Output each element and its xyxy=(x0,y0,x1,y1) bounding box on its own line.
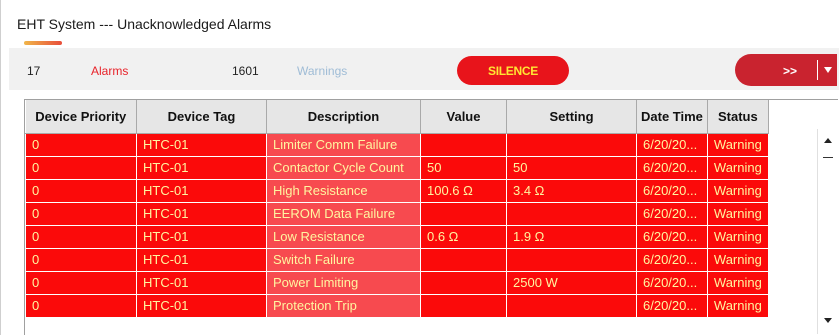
table-cell: HTC-01 xyxy=(136,270,267,295)
table-body: 0 HTC-01 Limiter Comm Failure 6/20/20... War… xyxy=(25,132,769,318)
table-cell: Warning xyxy=(706,132,769,157)
warning-label: Warnings xyxy=(297,64,348,78)
table-cell: HTC-01 xyxy=(136,224,267,249)
table-cell: 0 xyxy=(25,270,137,295)
table-cell: 0.6 Ω xyxy=(420,224,507,249)
table-cell: 0 xyxy=(25,178,137,203)
silence-button[interactable]: SILENCE xyxy=(457,56,569,85)
table-row[interactable]: 0 HTC-01 EEROM Data Failure 6/20/20... Warni… xyxy=(25,201,769,226)
table-header-row: Device Priority Device Tag Description Valu… xyxy=(25,100,769,134)
table-cell: Warning xyxy=(706,224,769,249)
table-cell xyxy=(420,247,507,272)
table-cell: HTC-01 xyxy=(136,155,267,180)
table-cell: 6/20/20... xyxy=(636,201,708,226)
column-header[interactable]: Value xyxy=(420,100,507,134)
table-cell xyxy=(420,132,507,157)
table-cell: 6/20/20... xyxy=(636,178,708,203)
table-cell xyxy=(420,293,507,318)
scroll-up-arrow-icon[interactable] xyxy=(818,132,838,150)
scroll-thumb[interactable] xyxy=(823,153,833,158)
column-header[interactable]: Description xyxy=(266,100,421,134)
table-cell: 0 xyxy=(25,132,137,157)
table-cell xyxy=(506,132,637,157)
table-cell: 0 xyxy=(25,247,137,272)
table-cell: 6/20/20... xyxy=(636,270,708,295)
next-button-label[interactable]: >> xyxy=(783,64,797,78)
table-cell: Limiter Comm Failure xyxy=(266,132,421,157)
table-cell: 50 xyxy=(506,155,637,180)
table-row[interactable]: 0 HTC-01 High Resistance 100.6 Ω 3.4 Ω 6/20/2… xyxy=(25,178,769,203)
table-cell: HTC-01 xyxy=(136,247,267,272)
table-cell: 2500 W xyxy=(506,270,637,295)
table-cell: Contactor Cycle Count xyxy=(266,155,421,180)
table-cell: 3.4 Ω xyxy=(506,178,637,203)
table-cell: HTC-01 xyxy=(136,178,267,203)
table-cell: Warning xyxy=(706,201,769,226)
table-cell: EEROM Data Failure xyxy=(266,201,421,226)
table-row[interactable]: 0 HTC-01 Limiter Comm Failure 6/20/20... War… xyxy=(25,132,769,157)
table-cell: 6/20/20... xyxy=(636,247,708,272)
table-cell: 6/20/20... xyxy=(636,293,708,318)
table-cell: 0 xyxy=(25,201,137,226)
table-cell: Protection Trip xyxy=(266,293,421,318)
column-header[interactable]: Setting xyxy=(506,100,637,134)
alarms-grid: Device Priority Device Tag Description Valu… xyxy=(24,99,838,335)
warning-count: 1601 xyxy=(232,64,259,78)
column-header[interactable]: Status xyxy=(707,100,769,134)
table-cell: 0 xyxy=(25,155,137,180)
table-cell: Warning xyxy=(706,155,769,180)
table-cell: HTC-01 xyxy=(136,132,267,157)
table-cell: 100.6 Ω xyxy=(420,178,507,203)
table-cell xyxy=(506,201,637,226)
table-row[interactable]: 0 HTC-01 Low Resistance 0.6 Ω 1.9 Ω 6/20/20..… xyxy=(25,224,769,249)
table-cell: Warning xyxy=(706,270,769,295)
alarm-count: 17 xyxy=(27,64,41,78)
table-cell: High Resistance xyxy=(266,178,421,203)
alarms-table: Device Priority Device Tag Description Valu… xyxy=(25,100,769,318)
table-cell: 6/20/20... xyxy=(636,224,708,249)
table-cell: 50 xyxy=(420,155,507,180)
vertical-scrollbar[interactable] xyxy=(817,129,837,334)
table-cell xyxy=(506,247,637,272)
table-cell: 1.9 Ω xyxy=(506,224,637,249)
next-split-button[interactable]: >> xyxy=(735,54,837,86)
alarm-window: EHT System --- Unacknowledged Alarms 17 … xyxy=(0,0,839,335)
table-cell: 6/20/20... xyxy=(636,155,708,180)
table-cell xyxy=(420,270,507,295)
table-row[interactable]: 0 HTC-01 Contactor Cycle Count 50 50 6/20/20.… xyxy=(25,155,769,180)
table-cell: Warning xyxy=(706,247,769,272)
scroll-down-arrow-icon[interactable] xyxy=(818,311,838,329)
table-cell: Low Resistance xyxy=(266,224,421,249)
table-row[interactable]: 0 HTC-01 Protection Trip 6/20/20... Warning xyxy=(25,293,769,318)
table-cell: Switch Failure xyxy=(266,247,421,272)
table-cell: Warning xyxy=(706,293,769,318)
column-header[interactable]: Date Time xyxy=(636,100,708,134)
window-title: EHT System --- Unacknowledged Alarms xyxy=(17,16,272,32)
column-header[interactable]: Device Priority xyxy=(25,100,137,134)
table-cell xyxy=(506,293,637,318)
alarm-label: Alarms xyxy=(91,64,129,78)
table-cell: 0 xyxy=(25,293,137,318)
title-accent-bar xyxy=(24,41,62,45)
table-cell: Power Limiting xyxy=(266,270,421,295)
table-cell: 0 xyxy=(25,224,137,249)
split-divider xyxy=(817,60,818,80)
table-cell xyxy=(420,201,507,226)
table-row[interactable]: 0 HTC-01 Switch Failure 6/20/20... Warning xyxy=(25,247,769,272)
table-cell: HTC-01 xyxy=(136,293,267,318)
table-cell: Warning xyxy=(706,178,769,203)
table-cell: HTC-01 xyxy=(136,201,267,226)
table-row[interactable]: 0 HTC-01 Power Limiting 2500 W 6/20/20... War… xyxy=(25,270,769,295)
summary-bar xyxy=(9,48,839,90)
column-header[interactable]: Device Tag xyxy=(136,100,267,134)
table-cell: 6/20/20... xyxy=(636,132,708,157)
